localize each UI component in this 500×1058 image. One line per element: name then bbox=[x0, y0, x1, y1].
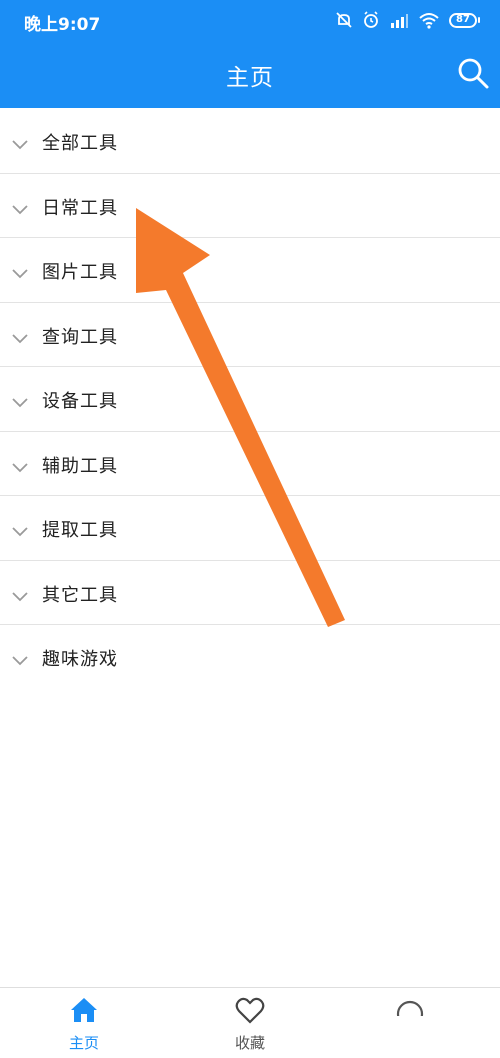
category-row-query-tools[interactable]: 查询工具 bbox=[0, 303, 500, 367]
battery-icon: 87 bbox=[449, 12, 480, 28]
signal-icon bbox=[389, 11, 409, 29]
chevron-down-icon bbox=[12, 522, 28, 541]
chevron-down-icon bbox=[12, 651, 28, 670]
category-row-image-tools[interactable]: 图片工具 bbox=[0, 238, 500, 303]
app-header: 晚上9:07 87 主页 bbox=[0, 0, 500, 108]
status-icons: 87 bbox=[335, 9, 480, 31]
category-label: 提取工具 bbox=[42, 520, 118, 541]
category-label: 查询工具 bbox=[42, 326, 118, 348]
category-label: 全部工具 bbox=[42, 133, 118, 154]
category-label: 日常工具 bbox=[42, 197, 118, 219]
nav-home[interactable]: 主页 bbox=[44, 996, 124, 1053]
nav-home-label: 主页 bbox=[68, 1034, 99, 1052]
category-label: 设备工具 bbox=[42, 391, 118, 412]
category-row-fun-games[interactable]: 趣味游戏 bbox=[0, 625, 500, 690]
wifi-icon bbox=[418, 11, 440, 29]
category-label: 辅助工具 bbox=[42, 455, 118, 477]
home-icon bbox=[69, 998, 99, 1028]
battery-level: 87 bbox=[449, 12, 477, 28]
nav-favorites[interactable]: 收藏 bbox=[210, 996, 290, 1053]
category-list: 全部工具 日常工具 图片工具 查询工具 设备工具 辅助工具 提取工具 其它工具 … bbox=[0, 109, 500, 690]
chevron-down-icon bbox=[12, 200, 28, 219]
status-time: 晚上9:07 bbox=[24, 15, 101, 35]
chevron-down-icon bbox=[12, 329, 28, 348]
heart-icon bbox=[235, 997, 265, 1028]
chevron-down-icon bbox=[12, 135, 28, 154]
chevron-down-icon bbox=[12, 264, 28, 283]
alarm-icon bbox=[362, 11, 380, 29]
category-label: 图片工具 bbox=[42, 262, 118, 283]
mute-bell-icon bbox=[335, 11, 353, 29]
settings-icon bbox=[395, 1000, 425, 1028]
category-row-extract-tools[interactable]: 提取工具 bbox=[0, 496, 500, 561]
category-row-daily-tools[interactable]: 日常工具 bbox=[0, 174, 500, 238]
bottom-navigation: 主页 收藏 bbox=[0, 987, 500, 1058]
chevron-down-icon bbox=[12, 393, 28, 412]
category-label: 趣味游戏 bbox=[42, 649, 118, 670]
search-button[interactable] bbox=[456, 56, 490, 90]
page-title: 主页 bbox=[226, 65, 274, 91]
category-row-device-tools[interactable]: 设备工具 bbox=[0, 367, 500, 432]
nav-settings[interactable] bbox=[370, 996, 450, 1028]
search-icon bbox=[456, 58, 490, 94]
category-row-all-tools[interactable]: 全部工具 bbox=[0, 109, 500, 174]
nav-favorites-label: 收藏 bbox=[234, 1034, 265, 1052]
category-row-other-tools[interactable]: 其它工具 bbox=[0, 561, 500, 625]
category-row-assist-tools[interactable]: 辅助工具 bbox=[0, 432, 500, 496]
category-label: 其它工具 bbox=[42, 584, 118, 606]
chevron-down-icon bbox=[12, 458, 28, 477]
status-bar: 晚上9:07 87 bbox=[0, 0, 500, 40]
chevron-down-icon bbox=[12, 587, 28, 606]
